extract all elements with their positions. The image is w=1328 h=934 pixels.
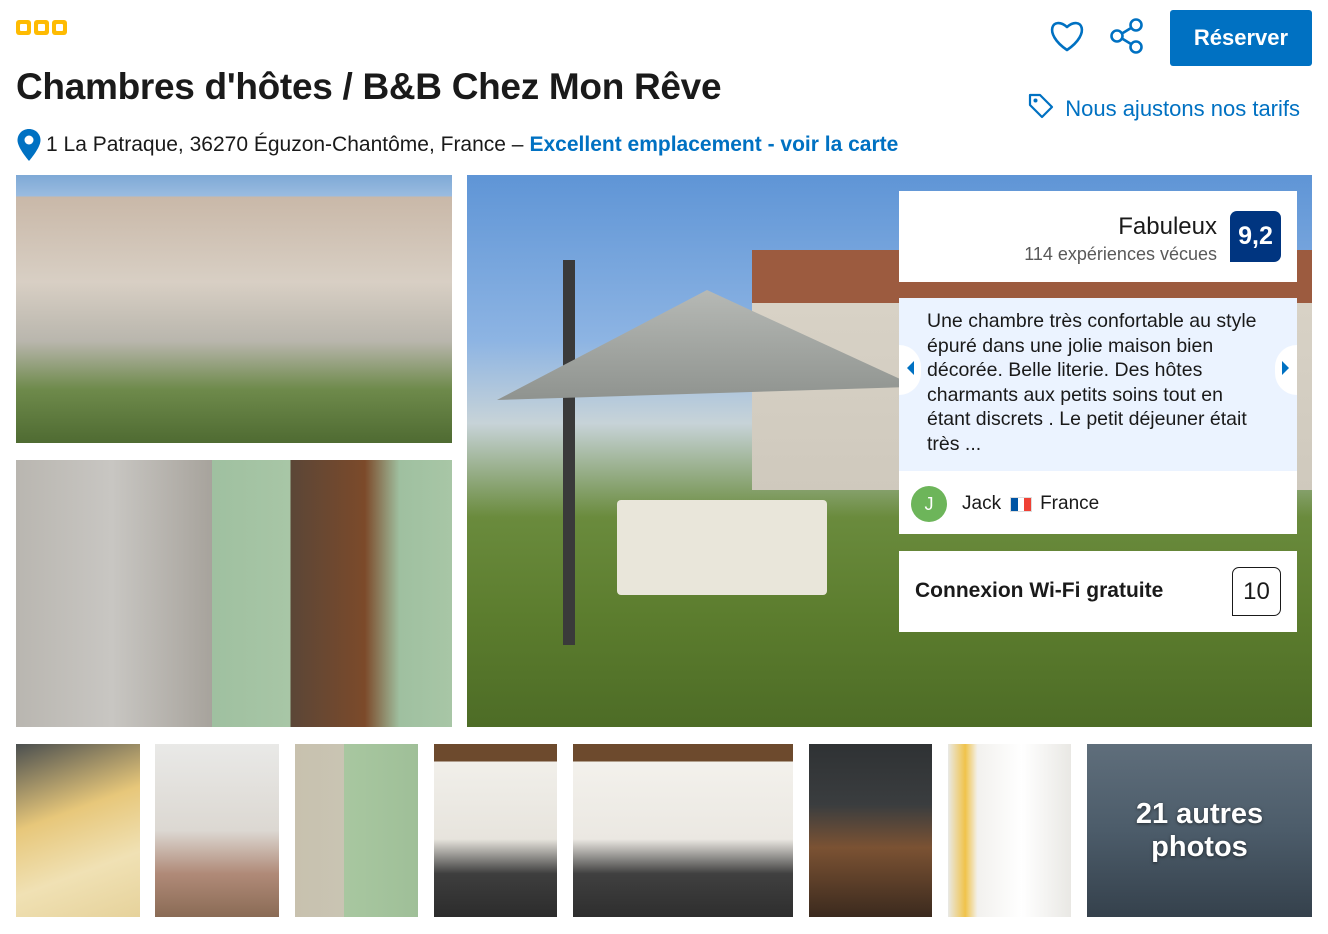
france-flag-icon [1010, 496, 1033, 512]
thumbnail-brocante-door[interactable] [295, 744, 418, 917]
next-review-button[interactable] [1275, 345, 1297, 395]
chevron-left-icon [905, 360, 915, 381]
star-icon [52, 20, 67, 35]
thumbnail-kitchen-wide[interactable] [573, 744, 793, 917]
umbrella-pole [563, 260, 575, 645]
more-photos-count: 21 autres [1135, 797, 1264, 830]
tag-icon [1027, 92, 1065, 126]
more-photos-label: photos [1151, 830, 1248, 863]
top-actions: Réserver [1044, 10, 1312, 66]
wifi-label: Connexion Wi-Fi gratuite [915, 579, 1164, 602]
star-icon [34, 20, 49, 35]
garden-table [617, 500, 827, 595]
photo-entrance-door[interactable] [16, 460, 452, 727]
reviewer-country: France [1040, 493, 1100, 514]
review-text: Une chambre très confortable au style ép… [927, 310, 1257, 455]
star-icon [16, 20, 31, 35]
wifi-score-box: Connexion Wi-Fi gratuite 10 [899, 551, 1297, 632]
property-title: Chambres d'hôtes / B&B Chez Mon Rêve [16, 66, 722, 107]
review-score-text: Fabuleux 114 expériences vécues [1024, 213, 1217, 265]
photo-house-facade[interactable] [16, 175, 452, 443]
reserve-button[interactable]: Réserver [1170, 10, 1312, 66]
price-match-link[interactable]: Nous ajustons nos tarifs [1027, 92, 1300, 126]
wifi-score-badge: 10 [1232, 567, 1281, 616]
price-match-label: Nous ajustons nos tarifs [1065, 96, 1300, 121]
star-rating [16, 20, 67, 35]
favorite-button[interactable] [1044, 15, 1090, 61]
thumbnail-more-photos[interactable]: 21 autres photos [1087, 744, 1312, 917]
thumbnail-kitchen[interactable] [434, 744, 557, 917]
share-icon [1108, 17, 1146, 60]
address-text: 1 La Patraque, 36270 Éguzon-Chantôme, Fr… [46, 133, 524, 156]
address-line: 1 La Patraque, 36270 Éguzon-Chantôme, Fr… [16, 128, 898, 162]
review-score-box[interactable]: Fabuleux 114 expériences vécues 9,2 [899, 191, 1297, 282]
avatar: J [911, 486, 947, 522]
review-score-badge: 9,2 [1230, 211, 1281, 262]
thumbnail-staircase[interactable] [155, 744, 279, 917]
heart-icon [1048, 19, 1086, 58]
chevron-right-icon [1281, 360, 1291, 381]
thumbnail-barrel-table[interactable] [809, 744, 932, 917]
previous-review-button[interactable] [899, 345, 921, 395]
review-quote-area: Une chambre très confortable au style ép… [899, 298, 1297, 471]
thumbnail-breakfast[interactable] [16, 744, 140, 917]
map-pin-icon [16, 128, 42, 162]
reviewer-name: Jack [962, 493, 1002, 514]
review-score-word: Fabuleux [1118, 213, 1217, 240]
thumbnail-room-door[interactable] [948, 744, 1071, 917]
map-link[interactable]: Excellent emplacement - voir la carte [529, 133, 898, 157]
more-photos-overlay: 21 autres photos [1087, 744, 1312, 917]
review-count: 114 expériences vécues [1024, 244, 1217, 264]
guest-review-card: Une chambre très confortable au style ép… [899, 298, 1297, 534]
share-button[interactable] [1104, 15, 1150, 61]
reviewer-info: J Jack France [911, 486, 1099, 522]
